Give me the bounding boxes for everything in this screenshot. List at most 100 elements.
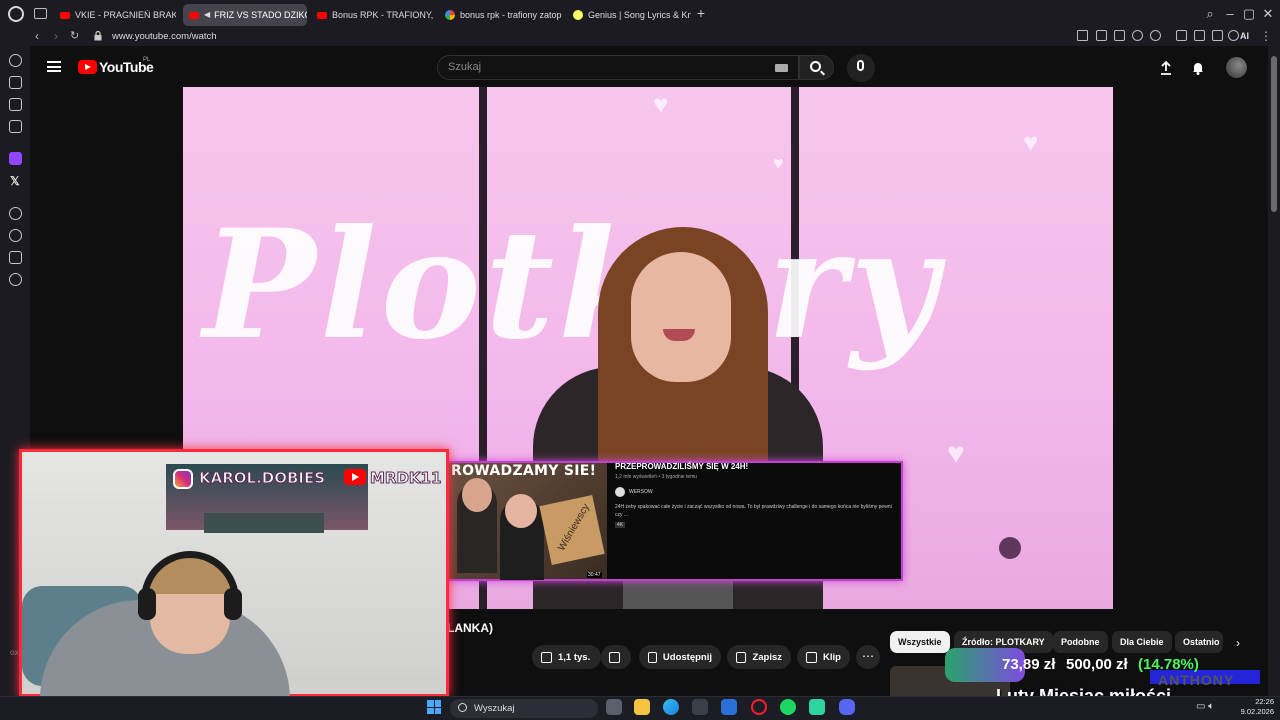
search-tabs-icon[interactable]: ⌕ [1202,6,1218,22]
overlay-4k-badge: 4K [615,522,626,528]
clip-button[interactable]: Klip [797,645,850,669]
search-box[interactable] [437,55,799,80]
edge-icon[interactable] [663,699,679,715]
taskbar-search-label[interactable]: Wyszukaj [474,703,515,714]
system-tray-icons[interactable]: ▭ 🔈︎ [1196,701,1214,712]
chip-recent[interactable]: Ostatnio [1175,631,1223,653]
google-favicon-icon [445,10,455,20]
thumbs-down-icon [609,651,620,663]
spotify-icon[interactable] [780,699,796,715]
twitch-icon[interactable] [9,152,22,165]
headphones-cup-right [224,588,242,620]
forward-icon[interactable]: › [54,29,58,43]
wallet-icon[interactable] [1194,30,1205,41]
pin-icon[interactable] [1077,30,1088,41]
keyboard-icon[interactable] [775,64,788,72]
dislike-button[interactable] [601,645,631,669]
tab-3[interactable]: Bonus RPK - TRAFIONY, 2 [311,4,435,26]
overlay-meta: 1,2 mln wyświetleń • 3 tygodnie temu [615,474,698,480]
bookmark-icon [736,651,747,663]
tab-4[interactable]: bonus rpk - trafiony zatop [439,4,563,26]
like-button[interactable]: 1,1 tys. [532,645,601,669]
tab-5[interactable]: Genius | Song Lyrics & Kno [567,4,691,26]
instagram-icon [173,469,193,489]
opera-logo-icon[interactable] [8,6,24,22]
x-twitter-icon[interactable]: 𝕏 [10,174,20,188]
youtube-favicon-icon [317,11,327,19]
avatar[interactable] [1226,57,1247,78]
speaker-icon[interactable]: ◀ [204,11,210,19]
more-actions-button[interactable]: ⋯ [856,645,880,669]
headphones-cup-left [138,588,156,620]
task-view-icon[interactable] [606,699,622,715]
clock-icon[interactable] [9,229,22,242]
lock-icon[interactable] [94,31,102,41]
snapshot-icon[interactable] [1096,30,1107,41]
opera-gx-icon[interactable] [751,699,767,715]
discord-icon[interactable] [839,699,855,715]
url-field[interactable]: www.youtube.com/watch [112,31,217,42]
chip-for-you[interactable]: Dla Ciebie [1112,631,1172,653]
back-icon[interactable]: ‹ [35,29,39,43]
menu-icon[interactable]: ⋮ [1260,29,1272,43]
app-icon[interactable] [809,699,825,715]
overlay-description: 24H żeby spakować całe życie i zacząć ws… [615,504,892,518]
history-icon[interactable] [9,54,22,67]
download-icon[interactable] [1212,30,1223,41]
player-icon[interactable] [1132,30,1143,41]
tab-label: Bonus RPK - TRAFIONY, 2 [332,10,435,20]
extensions-sidebar-icon[interactable] [9,251,22,264]
hamburger-menu-icon[interactable] [47,61,61,72]
chip-all[interactable]: Wszystkie [890,631,950,653]
heart-decoration-icon: ♥ [773,153,784,173]
windows-start-icon[interactable] [427,700,441,714]
save-button[interactable]: Zapisz [727,645,791,669]
clock-time[interactable]: 22:26 [1244,697,1274,706]
file-explorer-icon[interactable] [634,699,650,715]
settings-icon[interactable] [9,273,22,286]
tab-2-active[interactable]: ◀ FRIZ VS STADO DZIKÓ [183,4,307,26]
share-label: Udostępnij [662,651,712,663]
genius-favicon-icon [573,10,583,20]
workspace-icon[interactable] [9,76,22,89]
reload-icon[interactable]: ↻ [70,29,79,42]
minimize-icon[interactable]: – [1222,6,1238,21]
overlay-person-head [462,478,492,512]
search-input[interactable]: Szukaj [448,61,481,73]
youtube-logo-icon[interactable] [78,60,97,74]
mail-icon[interactable] [721,699,737,715]
tab-label: Genius | Song Lyrics & Kno [588,10,691,20]
microphone-icon [857,60,864,71]
adblock-icon[interactable] [1114,30,1125,41]
close-icon[interactable]: ✕ [1260,6,1276,22]
store-icon[interactable] [692,699,708,715]
workspaces-icon[interactable] [34,8,47,19]
new-tab-button[interactable]: + [694,6,708,21]
tab-label: bonus rpk - trafiony zatop [460,10,562,20]
overlay-thumbnail-title: ROWADZAMY SIE! [451,463,597,479]
extensions-icon[interactable] [1176,30,1187,41]
flower-decoration [999,537,1021,559]
clock-date[interactable]: 9.02.2026 [1233,707,1274,716]
heart-decoration-icon: ♥ [947,437,965,470]
country-code: PL [143,57,151,63]
notifications-bell-icon[interactable] [1191,61,1205,75]
ai-button[interactable]: AI [1240,31,1249,41]
share-icon [648,651,657,663]
tab-1[interactable]: VKIE - PRAGNIEŃ BRAK (p [54,4,176,26]
player-sidebar-icon[interactable] [9,207,22,220]
messenger-icon[interactable] [9,120,22,133]
cube-icon[interactable] [9,98,22,111]
taskbar-search[interactable] [450,699,598,718]
upload-icon[interactable] [1160,61,1172,75]
share-button[interactable]: Udostępnij [639,645,721,669]
save-label: Zapisz [752,651,782,663]
overlay-title: PRZEPROWADZILIŚMY SIĘ W 24H! [615,462,749,471]
maximize-icon[interactable]: ▢ [1241,6,1257,22]
chip-related[interactable]: Podobne [1053,631,1108,653]
heart-icon[interactable] [1150,30,1161,41]
like-count: 1,1 tys. [558,651,591,663]
aria-icon[interactable] [1228,30,1239,41]
scrollbar-thumb[interactable] [1271,56,1277,212]
chevron-right-icon[interactable]: › [1236,636,1240,650]
